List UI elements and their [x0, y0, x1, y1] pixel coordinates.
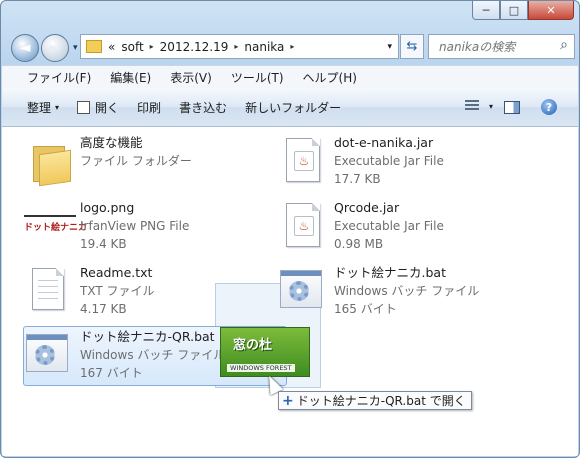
png-image-icon: ドット絵ナニカ [22, 199, 87, 249]
chevron-right-icon[interactable]: ▸ [234, 42, 238, 51]
folder-icon [86, 40, 102, 53]
file-type: Windows バッチ ファイル [80, 348, 226, 362]
chevron-down-icon[interactable]: ▾ [387, 42, 392, 52]
menu-tools[interactable]: ツール(T) [231, 69, 293, 86]
plus-icon: + [282, 392, 294, 409]
chevron-right-icon[interactable]: ▸ [150, 42, 154, 51]
back-button[interactable]: ◄ [11, 34, 39, 62]
list-item[interactable]: ♨ Qrcode.jar Executable Jar File 0.98 MB [276, 199, 506, 259]
file-name: 高度な機能 [80, 135, 143, 150]
print-label: 印刷 [137, 100, 162, 115]
drag-tooltip-label: ドット絵ナニカ-QR.bat で開く [296, 394, 466, 408]
menu-view[interactable]: 表示(V) [170, 69, 221, 86]
text-document-icon [22, 264, 72, 314]
burn-button[interactable]: 書き込む [179, 99, 227, 116]
address-bar[interactable]: « soft ▸ 2012.12.19 ▸ nanika ▸ ▾ [80, 34, 399, 59]
folder-icon [22, 134, 72, 187]
view-options-icon [464, 100, 479, 112]
new-folder-label: 新しいフォルダー [245, 100, 342, 115]
forward-button[interactable]: ► [41, 34, 69, 62]
drag-tooltip: + ドット絵ナニカ-QR.bat で開く [278, 391, 472, 410]
list-item[interactable]: ドット絵ナニカ logo.png IrfanView PNG File 19.4… [22, 199, 252, 259]
open-button[interactable]: 開く [77, 99, 119, 116]
refresh-button[interactable]: ⇆ [400, 34, 424, 59]
batch-file-icon [22, 328, 72, 378]
back-arrow-icon: ◄ [19, 40, 31, 56]
file-name: ドット絵ナニカ.bat [334, 265, 446, 280]
file-size: 4.17 KB [80, 302, 127, 316]
navigation-buttons: ◄ ► ▾ [11, 34, 78, 62]
file-type: TXT ファイル [80, 284, 155, 298]
file-name: ドット絵ナニカ-QR.bat [80, 329, 215, 344]
java-jar-icon: ♨ [276, 199, 326, 249]
list-item[interactable]: 高度な機能 ファイル フォルダー [22, 134, 252, 194]
list-item[interactable]: ドット絵ナニカ.bat Windows バッチ ファイル 165 バイト [276, 264, 506, 324]
file-name: Readme.txt [80, 265, 153, 280]
open-label: 開く [95, 100, 120, 115]
chevron-right-icon[interactable]: ▸ [290, 42, 294, 51]
breadcrumb-date[interactable]: 2012.12.19 [160, 40, 229, 54]
menu-help[interactable]: ヘルプ(H) [303, 69, 366, 86]
thumbnail-logo-text: 窓の杜 [233, 338, 273, 353]
file-size: 0.98 MB [334, 237, 384, 251]
thumbnail-caption: WINDOWS FOREST [227, 364, 295, 372]
maximize-button[interactable]: □ [500, 1, 528, 20]
new-folder-button[interactable]: 新しいフォルダー [245, 99, 341, 116]
file-size: 19.4 KB [80, 237, 127, 251]
file-type: ファイル フォルダー [80, 154, 192, 168]
menu-bar: ファイル(F) 編集(E) 表示(V) ツール(T) ヘルプ(H) [2, 65, 578, 88]
menu-file[interactable]: ファイル(F) [27, 69, 100, 86]
recent-pages-dropdown[interactable]: ▾ [73, 43, 78, 53]
help-icon[interactable]: ? [541, 99, 557, 115]
file-name: Qrcode.jar [334, 200, 400, 215]
file-size: 17.7 KB [334, 172, 381, 186]
organize-button[interactable]: 整理 ▾ [27, 99, 59, 116]
file-size: 165 バイト [334, 302, 397, 316]
preview-pane-icon[interactable] [504, 101, 520, 114]
java-jar-icon: ♨ [276, 134, 326, 184]
drag-thumbnail: 窓の杜 WINDOWS FOREST [220, 327, 310, 377]
list-item[interactable]: ♨ dot-e-nanika.jar Executable Jar File 1… [276, 134, 506, 194]
menu-edit[interactable]: 編集(E) [110, 69, 160, 86]
print-button[interactable]: 印刷 [137, 99, 161, 116]
open-icon [77, 100, 91, 114]
list-item-selected[interactable]: ドット絵ナニカ-QR.bat Windows バッチ ファイル 167 バイト [22, 328, 252, 388]
minimize-button[interactable]: ─ [472, 1, 500, 20]
breadcrumb-overflow[interactable]: « [108, 40, 115, 54]
forward-arrow-icon: ► [49, 40, 61, 56]
command-bar: 整理 ▾ 開く 印刷 書き込む 新しいフォルダー ▾ ? [2, 88, 578, 127]
file-name: logo.png [80, 200, 135, 215]
search-box[interactable]: ⌕ [428, 34, 575, 59]
caption-buttons: ─ □ ✕ [472, 1, 574, 20]
search-input[interactable] [437, 38, 551, 55]
file-name: dot-e-nanika.jar [334, 135, 434, 150]
refresh-icon: ⇆ [406, 39, 418, 54]
close-button[interactable]: ✕ [528, 1, 574, 20]
chevron-down-icon: ▾ [55, 102, 60, 112]
file-type: Executable Jar File [334, 154, 444, 168]
burn-label: 書き込む [179, 100, 228, 115]
organize-label: 整理 [27, 100, 52, 115]
file-type: IrfanView PNG File [80, 219, 190, 233]
batch-file-icon [276, 264, 326, 314]
breadcrumb-soft[interactable]: soft [121, 40, 143, 54]
breadcrumb-nanika[interactable]: nanika [244, 40, 284, 54]
file-type: Executable Jar File [334, 219, 444, 233]
chevron-down-icon[interactable]: ▾ [489, 102, 493, 111]
search-icon[interactable]: ⌕ [560, 37, 568, 53]
file-size: 167 バイト [80, 366, 143, 380]
change-view-button[interactable]: ▾ [464, 100, 493, 112]
file-type: Windows バッチ ファイル [334, 284, 480, 298]
